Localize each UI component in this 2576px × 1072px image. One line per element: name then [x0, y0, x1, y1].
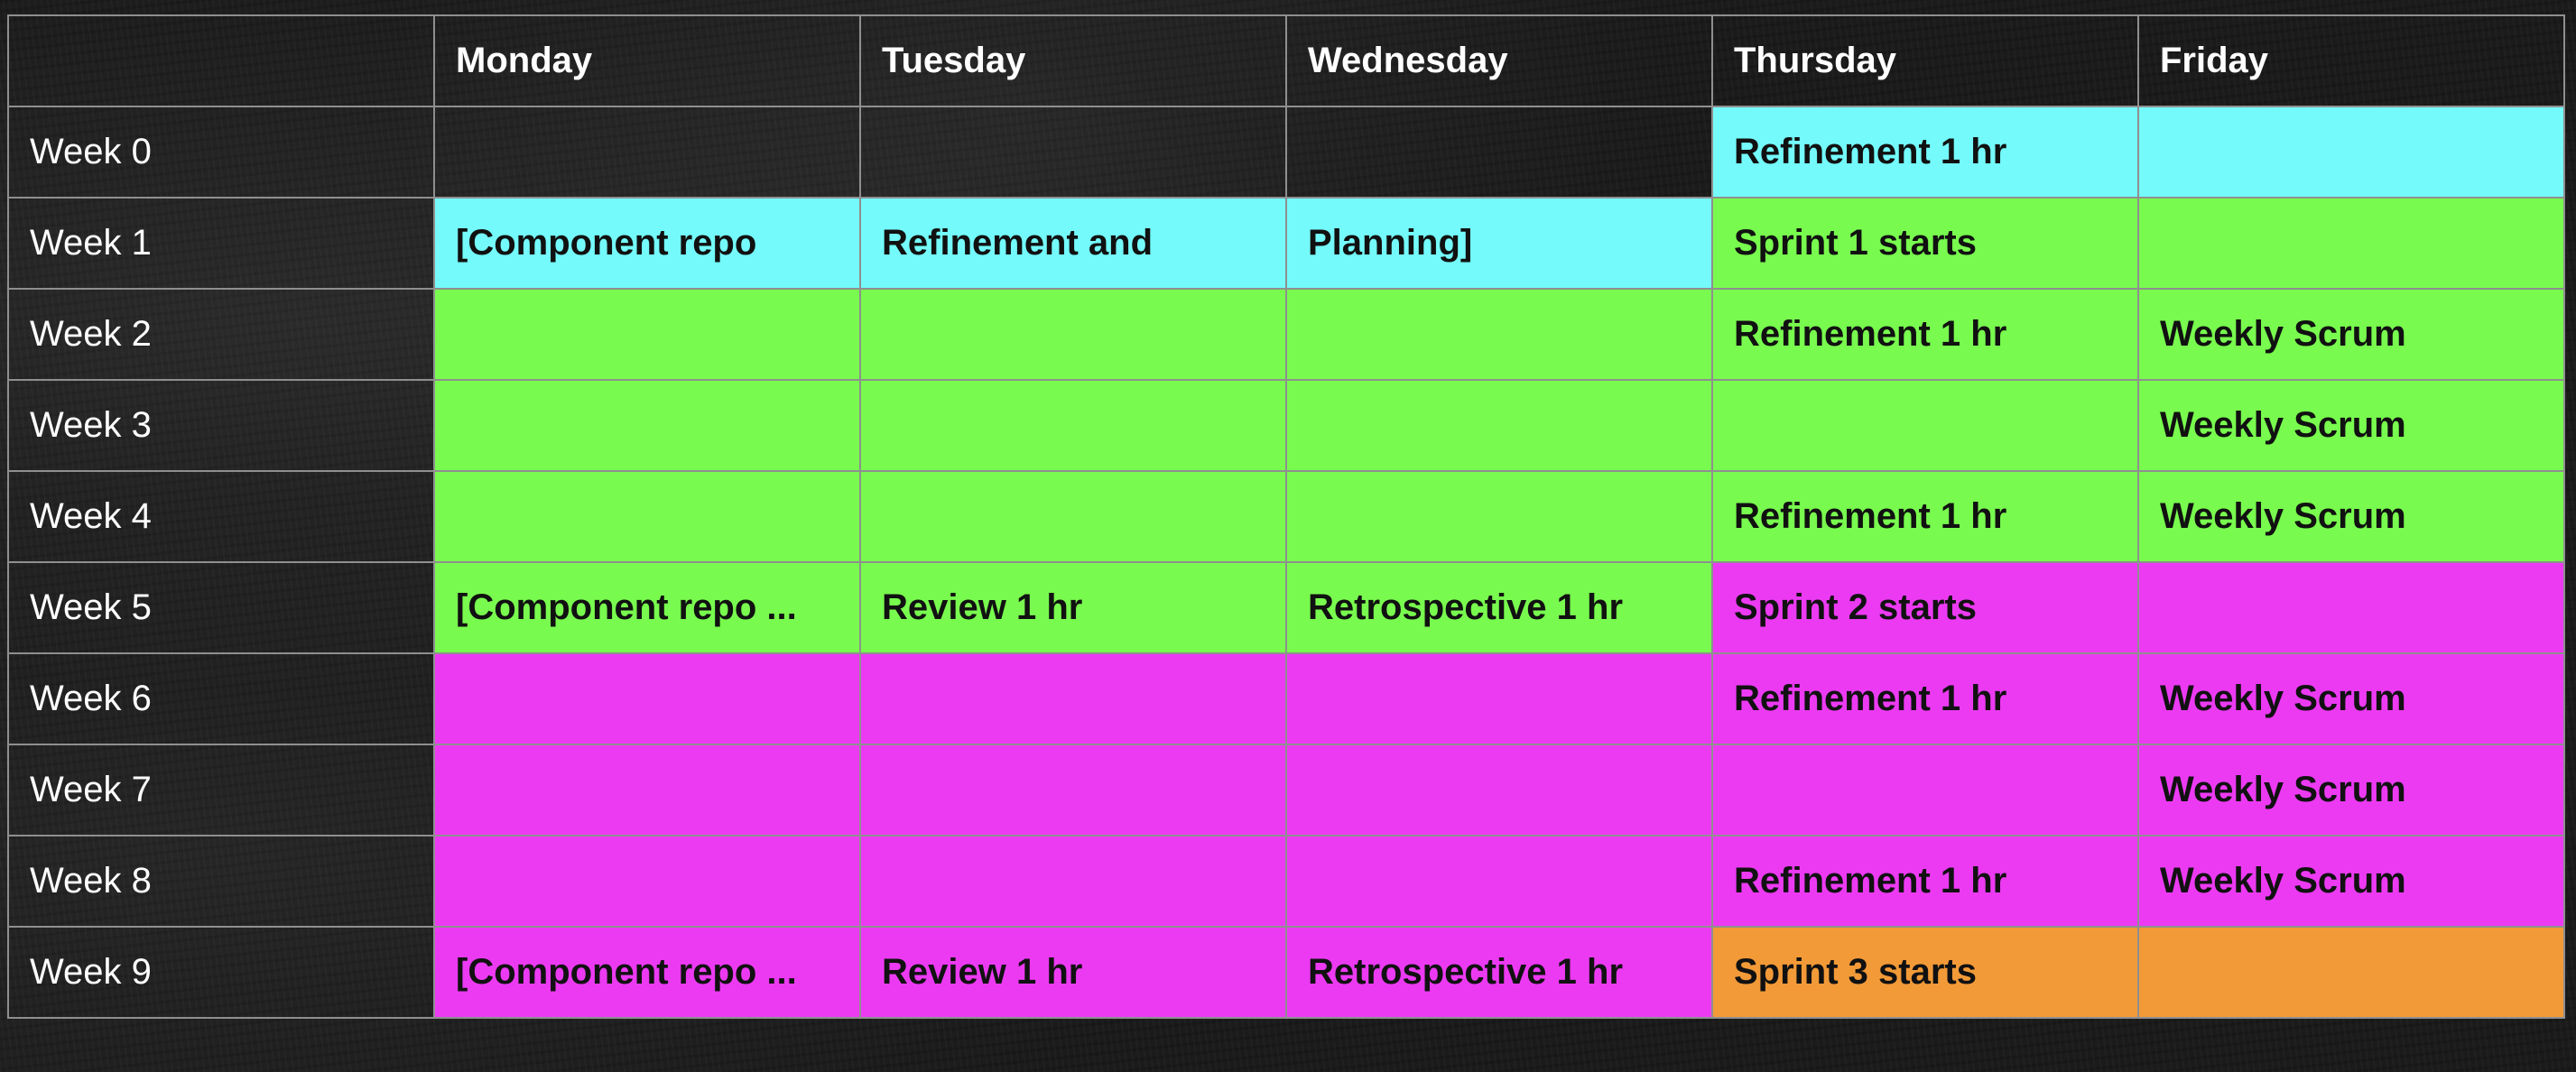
schedule-cell-tuesday[interactable]: Refinement and [859, 197, 1287, 290]
schedule-cell-monday[interactable] [433, 470, 861, 563]
schedule-cell-tuesday[interactable]: Review 1 hr [859, 561, 1287, 654]
schedule-cell-friday[interactable]: Weekly Scrum [2137, 288, 2565, 381]
header-row: Monday Tuesday Wednesday Thursday Friday [7, 14, 2565, 107]
header-wednesday[interactable]: Wednesday [1285, 14, 1713, 107]
week-label-cell[interactable]: Week 6 [7, 652, 435, 745]
schedule-cell-thursday[interactable]: Refinement 1 hr [1711, 835, 2139, 928]
schedule-cell-thursday[interactable] [1711, 744, 2139, 836]
week-label-cell[interactable]: Week 9 [7, 926, 435, 1019]
schedule-cell-tuesday[interactable] [859, 379, 1287, 472]
schedule-cell-thursday[interactable]: Refinement 1 hr [1711, 288, 2139, 381]
schedule-cell-thursday[interactable]: Sprint 3 starts [1711, 926, 2139, 1019]
corner-header-cell[interactable] [7, 14, 435, 107]
schedule-cell-friday[interactable] [2137, 106, 2565, 199]
schedule-cell-tuesday[interactable] [859, 652, 1287, 745]
schedule-cell-wednesday[interactable] [1285, 379, 1713, 472]
schedule-cell-thursday[interactable] [1711, 379, 2139, 472]
sprint-schedule-table: Monday Tuesday Wednesday Thursday Friday… [7, 14, 2565, 1019]
schedule-cell-friday[interactable] [2137, 561, 2565, 654]
header-friday[interactable]: Friday [2137, 14, 2565, 107]
schedule-cell-wednesday[interactable] [1285, 835, 1713, 928]
schedule-cell-tuesday[interactable] [859, 106, 1287, 199]
schedule-cell-friday[interactable]: Weekly Scrum [2137, 835, 2565, 928]
header-thursday[interactable]: Thursday [1711, 14, 2139, 107]
week-label-cell[interactable]: Week 4 [7, 470, 435, 563]
schedule-cell-wednesday[interactable]: Planning] [1285, 197, 1713, 290]
week-row: Week 0 Refinement 1 hr [7, 106, 2565, 199]
week-label-cell[interactable]: Week 8 [7, 835, 435, 928]
week-row: Week 8 Refinement 1 hr Weekly Scrum [7, 835, 2565, 928]
schedule-cell-friday[interactable]: Weekly Scrum [2137, 652, 2565, 745]
schedule-cell-tuesday[interactable] [859, 288, 1287, 381]
schedule-cell-friday[interactable] [2137, 197, 2565, 290]
schedule-cell-friday[interactable]: Weekly Scrum [2137, 379, 2565, 472]
schedule-cell-friday[interactable]: Weekly Scrum [2137, 744, 2565, 836]
schedule-cell-tuesday[interactable]: Review 1 hr [859, 926, 1287, 1019]
schedule-cell-wednesday[interactable] [1285, 470, 1713, 563]
week-label-cell[interactable]: Week 5 [7, 561, 435, 654]
schedule-cell-thursday[interactable]: Refinement 1 hr [1711, 652, 2139, 745]
week-label-cell[interactable]: Week 1 [7, 197, 435, 290]
schedule-cell-friday[interactable] [2137, 926, 2565, 1019]
week-label-cell[interactable]: Week 7 [7, 744, 435, 836]
schedule-cell-monday[interactable] [433, 835, 861, 928]
schedule-cell-monday[interactable]: [Component repo ... [433, 926, 861, 1019]
schedule-cell-monday[interactable] [433, 288, 861, 381]
schedule-cell-thursday[interactable]: Refinement 1 hr [1711, 470, 2139, 563]
schedule-cell-thursday[interactable]: Sprint 1 starts [1711, 197, 2139, 290]
week-label-cell[interactable]: Week 2 [7, 288, 435, 381]
week-row: Week 5 [Component repo ... Review 1 hr Retr… [7, 561, 2565, 654]
schedule-cell-monday[interactable] [433, 106, 861, 199]
schedule-cell-thursday[interactable]: Sprint 2 starts [1711, 561, 2139, 654]
schedule-cell-wednesday[interactable] [1285, 744, 1713, 836]
schedule-cell-monday[interactable] [433, 744, 861, 836]
schedule-cell-monday[interactable]: [Component repo ... [433, 561, 861, 654]
schedule-cell-monday[interactable] [433, 652, 861, 745]
schedule-cell-tuesday[interactable] [859, 835, 1287, 928]
schedule-cell-wednesday[interactable] [1285, 106, 1713, 199]
week-row: Week 7 Weekly Scrum [7, 744, 2565, 836]
schedule-cell-monday[interactable] [433, 379, 861, 472]
week-row: Week 9 [Component repo ... Review 1 hr Retr… [7, 926, 2565, 1019]
week-label-cell[interactable]: Week 0 [7, 106, 435, 199]
schedule-cell-wednesday[interactable] [1285, 652, 1713, 745]
week-row: Week 2 Refinement 1 hr Weekly Scrum [7, 288, 2565, 381]
schedule-cell-wednesday[interactable]: Retrospective 1 hr [1285, 561, 1713, 654]
schedule-body: Week 0 Refinement 1 hr Week 1 [Component re… [7, 106, 2565, 1019]
schedule-cell-wednesday[interactable] [1285, 288, 1713, 381]
week-row: Week 4 Refinement 1 hr Weekly Scrum [7, 470, 2565, 563]
header-monday[interactable]: Monday [433, 14, 861, 107]
week-row: Week 1 [Component repo Refinement and Plann… [7, 197, 2565, 290]
schedule-cell-friday[interactable]: Weekly Scrum [2137, 470, 2565, 563]
schedule-cell-monday[interactable]: [Component repo [433, 197, 861, 290]
schedule-cell-thursday[interactable]: Refinement 1 hr [1711, 106, 2139, 199]
week-label-cell[interactable]: Week 3 [7, 379, 435, 472]
week-row: Week 3 Weekly Scrum [7, 379, 2565, 472]
header-tuesday[interactable]: Tuesday [859, 14, 1287, 107]
schedule-cell-tuesday[interactable] [859, 744, 1287, 836]
week-row: Week 6 Refinement 1 hr Weekly Scrum [7, 652, 2565, 745]
schedule-cell-tuesday[interactable] [859, 470, 1287, 563]
schedule-cell-wednesday[interactable]: Retrospective 1 hr [1285, 926, 1713, 1019]
